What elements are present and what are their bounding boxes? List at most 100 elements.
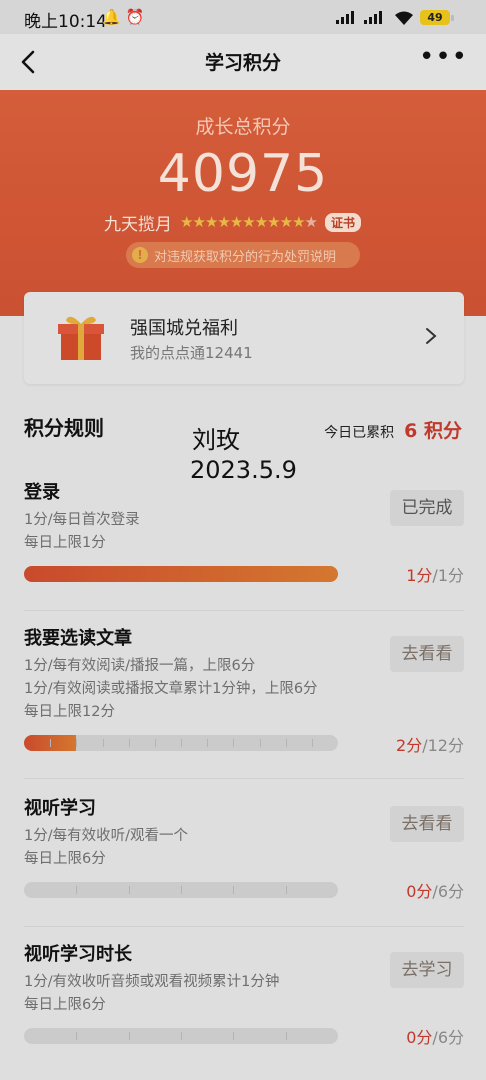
task-item: 我要选读文章 1分/每有效阅读/播报一篇，上限6分 1分/有效阅读或播报文章累计1分… xyxy=(24,624,464,774)
task-progress-fill xyxy=(24,566,338,582)
progress-tick xyxy=(155,739,156,747)
task-progress-bar xyxy=(24,735,338,751)
today-value: 6 积分 xyxy=(404,420,462,442)
progress-tick xyxy=(129,1032,130,1040)
warning-icon: ! xyxy=(132,247,148,263)
battery-icon: 49 xyxy=(420,10,454,25)
wifi-icon xyxy=(395,11,413,25)
task-description-line: 1分/每有效阅读/播报一篇，上限6分 xyxy=(24,658,256,674)
progress-tick xyxy=(312,739,313,747)
progress-tick xyxy=(181,1032,182,1040)
task-item: 登录 1分/每日首次登录 每日上限1分 已完成 1分/1分 xyxy=(24,478,464,606)
task-name: 视听学习时长 xyxy=(24,944,132,965)
star-icon: ★ xyxy=(192,213,205,231)
cell-signal-icon xyxy=(336,11,354,24)
task-description-line: 1分/有效收听音频或观看视频累计1分钟 xyxy=(24,974,280,990)
star-icon: ★ xyxy=(292,213,305,231)
task-description-line: 1分/每日首次登录 xyxy=(24,512,140,528)
penalty-notice-text: 对违规获取积分的行为处罚说明 xyxy=(154,249,337,265)
nav-bar: 学习积分 ••• xyxy=(0,34,486,90)
star-icon: ★ xyxy=(254,213,268,231)
cell-signal-2-icon xyxy=(364,11,382,24)
task-description-line: 每日上限1分 xyxy=(24,535,106,551)
star-icon: ★ xyxy=(279,213,293,231)
progress-tick xyxy=(76,886,77,894)
task-points-earned: 2分 xyxy=(396,736,423,755)
task-name: 我要选读文章 xyxy=(24,628,132,649)
level-stars: ★★★★★★★★★★★ xyxy=(180,213,318,231)
progress-tick xyxy=(286,1032,287,1040)
task-progress-bar xyxy=(24,1028,338,1044)
total-score-value: 40975 xyxy=(157,144,329,204)
total-score-label: 成长总积分 xyxy=(195,116,291,138)
progress-tick xyxy=(260,739,261,747)
more-icon[interactable]: ••• xyxy=(419,44,468,70)
task-description-line: 每日上限6分 xyxy=(24,997,106,1013)
progress-tick xyxy=(76,1032,77,1040)
divider xyxy=(24,610,464,611)
star-icon: ★ xyxy=(204,213,218,231)
task-action-button[interactable]: 已完成 xyxy=(390,490,464,526)
task-description: 1分/每有效收听/观看一个 每日上限6分 xyxy=(24,825,188,871)
progress-tick xyxy=(76,739,77,747)
task-description-line: 每日上限12分 xyxy=(24,704,115,720)
progress-tick xyxy=(233,739,234,747)
page-title: 学习积分 xyxy=(204,52,281,74)
task-points-limit: /6分 xyxy=(432,1028,464,1047)
score-header: 成长总积分 40975 九天揽月 ★★★★★★★★★★★ 证书 ! 对违规获取积… xyxy=(0,90,486,316)
star-icon: ★ xyxy=(229,213,243,231)
divider xyxy=(24,778,464,779)
watermark-name: 刘玫 xyxy=(192,426,240,454)
task-item: 视听学习 1分/每有效收听/观看一个 每日上限6分 去看看 0分/6分 xyxy=(24,794,464,922)
progress-tick xyxy=(233,886,234,894)
task-points-earned: 0分 xyxy=(406,1028,433,1047)
progress-tick xyxy=(233,1032,234,1040)
task-action-button[interactable]: 去学习 xyxy=(390,952,464,988)
task-name: 登录 xyxy=(24,482,60,503)
penalty-notice-link[interactable]: ! 对违规获取积分的行为处罚说明 xyxy=(126,242,360,268)
progress-tick xyxy=(129,886,130,894)
task-points-limit: /1分 xyxy=(432,566,464,585)
progress-tick xyxy=(286,886,287,894)
progress-tick xyxy=(181,886,182,894)
mall-card[interactable]: 强国城兑福利 我的点点通12441 xyxy=(24,292,464,384)
certificate-badge[interactable]: 证书 xyxy=(324,212,361,232)
star-icon: ★ xyxy=(304,213,318,231)
star-icon: ★ xyxy=(267,213,280,231)
task-description-line: 每日上限6分 xyxy=(24,851,106,867)
star-icon: ★ xyxy=(242,213,255,231)
star-icon: ★ xyxy=(217,213,230,231)
task-description-line: 1分/有效阅读或播报文章累计1分钟，上限6分 xyxy=(24,681,318,697)
today-points: 今日已累积 6 积分 xyxy=(324,416,462,443)
task-points-earned: 0分 xyxy=(406,882,433,901)
progress-tick xyxy=(129,739,130,747)
notification-icons: 🔔 ⏰ xyxy=(102,8,145,26)
rules-title: 积分规则 xyxy=(24,416,104,440)
task-points: 0分/6分 xyxy=(406,1024,464,1048)
gift-icon xyxy=(58,316,104,360)
task-action-button[interactable]: 去看看 xyxy=(390,806,464,842)
progress-tick xyxy=(103,739,104,747)
task-points-earned: 1分 xyxy=(406,566,433,585)
task-description: 1分/有效收听音频或观看视频累计1分钟 每日上限6分 xyxy=(24,971,279,1017)
task-points: 1分/1分 xyxy=(406,562,464,586)
task-points-limit: /6分 xyxy=(432,882,464,901)
chevron-right-icon xyxy=(426,328,437,344)
points-balance: 我的点点通12441 xyxy=(130,344,253,362)
task-item: 视听学习时长 1分/有效收听音频或观看视频累计1分钟 每日上限6分 去学习 0分/6分 xyxy=(24,940,464,1068)
status-bar: 晚上10:14 🔔 ⏰ 49 xyxy=(0,0,486,34)
progress-tick xyxy=(207,739,208,747)
today-label: 今日已累积 xyxy=(324,425,395,441)
task-points: 0分/6分 xyxy=(406,878,464,902)
status-time: 晚上10:14 xyxy=(24,12,107,32)
level-name: 九天揽月 xyxy=(104,214,172,235)
divider xyxy=(24,926,464,927)
progress-tick xyxy=(50,739,51,747)
task-action-button[interactable]: 去看看 xyxy=(390,636,464,672)
mall-title: 强国城兑福利 xyxy=(130,318,238,339)
task-progress-bar xyxy=(24,566,338,582)
task-description-line: 1分/每有效收听/观看一个 xyxy=(24,828,188,844)
progress-tick xyxy=(286,739,287,747)
task-progress-bar xyxy=(24,882,338,898)
level-row[interactable]: 九天揽月 ★★★★★★★★★★★ 证书 xyxy=(104,210,361,235)
